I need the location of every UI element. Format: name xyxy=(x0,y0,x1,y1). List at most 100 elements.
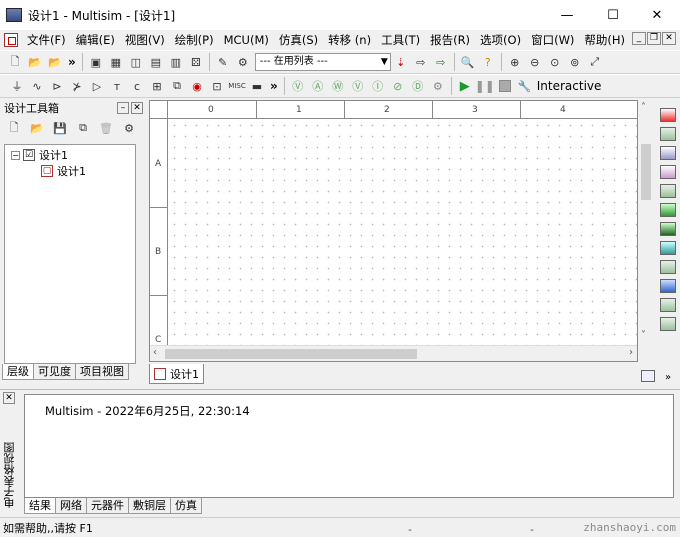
open-design-icon[interactable]: 📂 xyxy=(28,119,46,137)
menu-view[interactable]: 视图(V) xyxy=(120,30,170,50)
mdi-close-button[interactable]: ✕ xyxy=(662,32,676,45)
place-hierarchical-icon[interactable]: ⚙ xyxy=(234,53,252,71)
menu-file[interactable]: 文件(F) xyxy=(22,30,71,50)
postprocessor-icon[interactable]: ▤ xyxy=(147,53,165,71)
probe-settings-icon[interactable]: ⚙ xyxy=(429,77,447,95)
horizontal-scrollbar[interactable]: ‹ › xyxy=(150,345,637,361)
collapse-icon[interactable]: − xyxy=(11,150,20,160)
bode-plotter-icon[interactable] xyxy=(660,203,676,217)
design-toolbox-toggle-icon[interactable]: ▣ xyxy=(87,53,105,71)
in-use-list-dropdown[interactable]: --- 在用列表 --- ▼ xyxy=(254,53,391,71)
horizontal-scroll-thumb[interactable] xyxy=(165,349,417,359)
tab-hierarchy[interactable]: 层级 xyxy=(2,364,34,380)
voltmeter-probe-icon[interactable]: Ⓥ xyxy=(289,77,307,95)
ammeter-probe-icon[interactable]: Ⓐ xyxy=(309,77,327,95)
place-advanced-peripherals-icon[interactable]: ▬ xyxy=(248,77,266,95)
menu-place[interactable]: 绘制(P) xyxy=(170,30,219,50)
design-hierarchy-tree[interactable]: − ☑ 设计1 ▢ 设计1 xyxy=(4,144,136,364)
zoom-area-icon[interactable]: ⊙ xyxy=(546,53,564,71)
find-component-icon[interactable]: 🔍 xyxy=(459,53,477,71)
scroll-right-icon[interactable]: › xyxy=(629,347,633,358)
four-channel-oscilloscope-icon[interactable] xyxy=(660,184,676,198)
distortion-analyzer-icon[interactable] xyxy=(660,317,676,331)
oscilloscope-icon[interactable] xyxy=(660,165,676,179)
design-toolbox-minimize-button[interactable]: – xyxy=(117,102,129,114)
erc-icon[interactable]: ⇣ xyxy=(392,53,410,71)
schematic-grid-canvas[interactable] xyxy=(169,120,637,345)
sub-circuit-icon[interactable]: ✎ xyxy=(214,53,232,71)
vertical-scroll-thumb[interactable] xyxy=(641,144,651,200)
mdi-restore-button[interactable]: ❐ xyxy=(647,32,661,45)
frequency-counter-icon[interactable] xyxy=(660,222,676,236)
full-screen-icon[interactable]: ⤢ xyxy=(586,53,604,71)
new-icon[interactable]: 🗋 xyxy=(6,53,24,71)
tab-project-view[interactable]: 项目视图 xyxy=(75,364,129,380)
place-analog-icon[interactable]: ▷ xyxy=(88,77,106,95)
scroll-up-icon[interactable]: ˄ xyxy=(641,102,646,113)
close-button[interactable]: ✕ xyxy=(634,0,680,30)
power-probe-icon[interactable]: Ⓦ xyxy=(329,77,347,95)
function-generator-icon[interactable] xyxy=(660,127,676,141)
database-manager-icon[interactable]: ⚄ xyxy=(187,53,205,71)
menu-transfer[interactable]: 转移 (n) xyxy=(323,30,376,50)
stop-simulation-icon[interactable] xyxy=(496,77,514,95)
zoom-sheet-icon[interactable]: ⊚ xyxy=(566,53,584,71)
menu-edit[interactable]: 编辑(E) xyxy=(71,30,120,50)
scroll-down-icon[interactable]: ˅ xyxy=(641,330,646,341)
digital-probe-icon[interactable]: Ⓓ xyxy=(409,77,427,95)
logic-converter-icon[interactable] xyxy=(660,260,676,274)
iv-analyzer-icon[interactable] xyxy=(660,298,676,312)
current-probe-icon[interactable]: Ⓘ xyxy=(369,77,387,95)
place-mcu-icon[interactable]: ⊞ xyxy=(148,77,166,95)
place-diode-icon[interactable]: ⊳ xyxy=(48,77,66,95)
tab-visibility[interactable]: 可见度 xyxy=(33,364,76,380)
toolbar-more-icon[interactable]: » xyxy=(68,55,76,69)
minimize-button[interactable]: — xyxy=(544,0,590,30)
transfer-ultiboard-icon[interactable]: ⇨ xyxy=(412,53,430,71)
tab-copper-layers[interactable]: 敷铜层 xyxy=(128,498,171,514)
place-source-icon[interactable]: ⏚ xyxy=(8,77,26,95)
place-mixed-icon[interactable]: ⧉ xyxy=(168,77,186,95)
properties-icon[interactable]: ⚙ xyxy=(120,119,138,137)
results-output[interactable]: Multisim - 2022年6月25日, 22:30:14 xyxy=(24,394,674,498)
design-toolbox-close-button[interactable]: ✕ xyxy=(131,102,143,114)
word-generator-icon[interactable] xyxy=(660,241,676,255)
run-simulation-icon[interactable]: ▶ xyxy=(456,77,474,95)
vertical-scrollbar[interactable]: ˄ ˅ xyxy=(638,100,654,346)
place-power-icon[interactable]: ⊡ xyxy=(208,77,226,95)
scroll-left-icon[interactable]: ‹ xyxy=(153,347,157,358)
differential-probe-icon[interactable]: Ⓥ xyxy=(349,77,367,95)
zoom-in-icon[interactable]: ⊕ xyxy=(506,53,524,71)
spreadsheet-close-button[interactable]: ✕ xyxy=(3,392,15,404)
open-folder-icon[interactable]: 📂 xyxy=(26,53,44,71)
document-icon[interactable] xyxy=(4,33,18,47)
menu-tools[interactable]: 工具(T) xyxy=(376,30,425,50)
tab-results[interactable]: 结果 xyxy=(24,498,56,514)
toolbar-more-icon[interactable]: » xyxy=(270,79,278,93)
maximize-button[interactable]: ☐ xyxy=(590,0,636,30)
place-basic-icon[interactable]: ∿ xyxy=(28,77,46,95)
multimeter-icon[interactable] xyxy=(660,108,676,122)
tab-design1[interactable]: 设计1 xyxy=(149,364,204,384)
new-design-icon[interactable]: 🗋 xyxy=(5,119,23,137)
component-wizard-icon[interactable]: ▥ xyxy=(167,53,185,71)
menu-mcu[interactable]: MCU(M) xyxy=(219,30,274,50)
open-sample-icon[interactable]: 📂 xyxy=(46,53,64,71)
place-misc-icon[interactable]: MISC xyxy=(228,77,246,95)
tab-simulation[interactable]: 仿真 xyxy=(170,498,202,514)
zoom-out-icon[interactable]: ⊖ xyxy=(526,53,544,71)
interactive-mode-label[interactable]: Interactive xyxy=(537,79,602,93)
menu-reports[interactable]: 报告(R) xyxy=(425,30,475,50)
forward-annotate-icon[interactable]: ⇨ xyxy=(432,53,450,71)
menu-window[interactable]: 窗口(W) xyxy=(526,30,579,50)
help-icon[interactable]: ? xyxy=(479,53,497,71)
tab-components[interactable]: 元器件 xyxy=(86,498,129,514)
logic-analyzer-icon[interactable] xyxy=(660,279,676,293)
tree-item-root[interactable]: − ☑ 设计1 xyxy=(11,147,68,163)
wattmeter-icon[interactable] xyxy=(660,146,676,160)
reference-probe-icon[interactable]: ⊘ xyxy=(389,77,407,95)
pause-simulation-icon[interactable]: ❚❚ xyxy=(475,77,495,95)
tab-nets[interactable]: 网络 xyxy=(55,498,87,514)
save-design-icon[interactable]: 💾 xyxy=(51,119,69,137)
menu-help[interactable]: 帮助(H) xyxy=(579,30,630,50)
